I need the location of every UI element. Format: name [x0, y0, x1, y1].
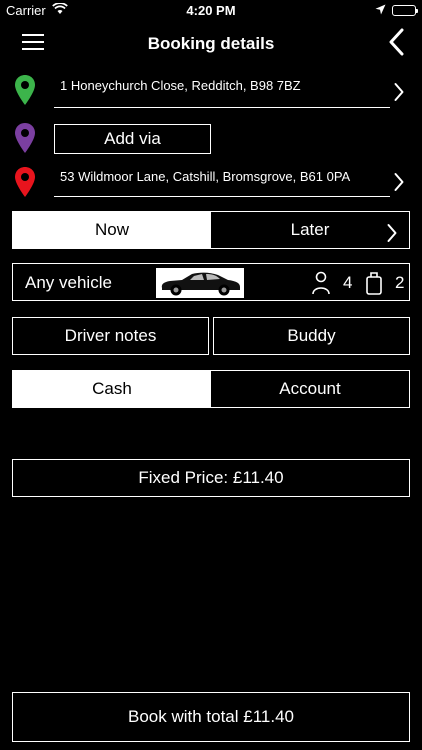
- add-via-button[interactable]: Add via: [54, 124, 211, 154]
- dropoff-chevron-icon[interactable]: [394, 172, 404, 197]
- back-chevron-icon[interactable]: [388, 28, 404, 61]
- vehicle-selector[interactable]: Any vehicle 4 2: [12, 263, 410, 301]
- pickup-pin-shape: [15, 75, 35, 105]
- now-option[interactable]: Now: [13, 212, 211, 248]
- pickup-chevron-icon[interactable]: [394, 82, 404, 107]
- nav-bar: Booking details: [0, 22, 422, 66]
- later-option[interactable]: Later: [211, 212, 409, 248]
- payment-segmented-control: Cash Account: [12, 370, 410, 408]
- pickup-address: 1 Honeychurch Close, Redditch, B98 7BZ: [60, 78, 301, 93]
- via-pin-icon: [14, 122, 36, 154]
- driver-notes-button[interactable]: Driver notes: [12, 317, 209, 355]
- status-bar: Carrier 4:20 PM: [0, 0, 422, 22]
- passenger-count: 4: [343, 273, 353, 292]
- location-arrow-icon: [375, 3, 386, 18]
- passenger-icon: [311, 271, 331, 300]
- later-label: Later: [290, 220, 330, 239]
- vehicle-label: Any vehicle: [25, 273, 112, 292]
- dropoff-pin-icon: [14, 166, 36, 198]
- luggage-icon: [365, 271, 383, 300]
- luggage-count: 2: [395, 273, 405, 292]
- pickup-address-field[interactable]: 1 Honeychurch Close, Redditch, B98 7BZ: [54, 78, 390, 108]
- later-chevron-icon: [387, 220, 397, 256]
- dropoff-address-field[interactable]: 53 Wildmoor Lane, Catshill, Bromsgrove, …: [54, 169, 390, 197]
- pickup-pin-icon: [14, 74, 36, 106]
- battery-icon: [392, 5, 418, 16]
- page-title: Booking details: [147, 34, 275, 53]
- car-image: [156, 268, 244, 298]
- status-time: 4:20 PM: [186, 3, 236, 18]
- account-option[interactable]: Account: [211, 371, 409, 407]
- buddy-button[interactable]: Buddy: [213, 317, 410, 355]
- timing-segmented-control: Now Later: [12, 211, 410, 249]
- fixed-price-button[interactable]: Fixed Price: £11.40: [12, 459, 410, 497]
- cash-option[interactable]: Cash: [13, 371, 211, 407]
- book-button[interactable]: Book with total £11.40: [12, 692, 410, 742]
- dropoff-address: 53 Wildmoor Lane, Catshill, Bromsgrove, …: [60, 169, 351, 184]
